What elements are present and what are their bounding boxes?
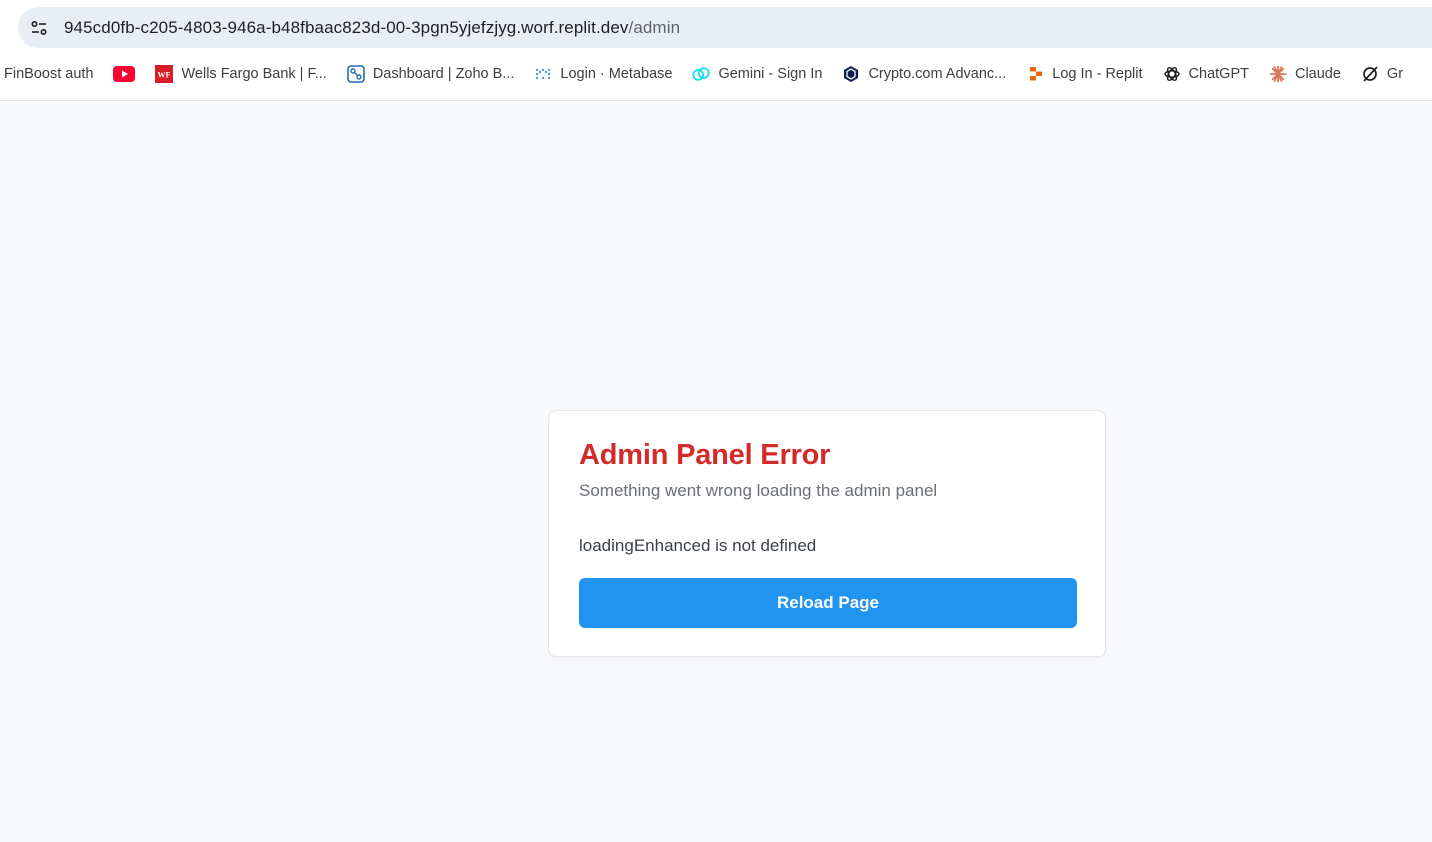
zoho-icon [347,65,365,83]
url-text[interactable]: 945cd0fb-c205-4803-946a-b48fbaac823d-00-… [64,18,680,38]
crypto-com-icon [842,65,860,83]
bookmark-label: Log In - Replit [1052,66,1143,82]
bookmark-label: Login · Metabase [560,66,673,82]
bookmark-finboost-auth[interactable]: FinBoost auth [0,60,103,88]
bookmarks-bar: FinBoost auth WF Wells Fargo Bank | F... [0,60,1432,88]
youtube-icon [113,65,136,83]
bookmark-crypto-com[interactable]: Crypto.com Advanc... [832,60,1016,88]
error-message: loadingEnhanced is not defined [579,536,817,555]
bookmark-label: Gemini - Sign In [718,66,823,82]
bookmark-label: Gr [1386,66,1404,82]
bookmark-chatgpt[interactable]: ChatGPT [1153,60,1259,88]
address-bar[interactable]: 945cd0fb-c205-4803-946a-b48fbaac823d-00-… [18,7,1432,48]
bookmark-label: Claude [1294,66,1341,82]
bookmark-youtube[interactable] [103,60,145,88]
gemini-icon [692,65,710,83]
bookmark-claude[interactable]: Claude [1259,60,1351,88]
claude-icon [1269,65,1287,83]
reload-page-button[interactable]: Reload Page [579,578,1077,628]
grok-icon [1361,65,1379,83]
url-host: 945cd0fb-c205-4803-946a-b48fbaac823d-00-… [64,17,629,37]
bookmark-wells-fargo[interactable]: WF Wells Fargo Bank | F... [145,60,336,88]
bookmark-label: FinBoost auth [4,66,94,82]
bookmark-gemini[interactable]: Gemini - Sign In [682,60,832,88]
bookmark-zoho[interactable]: Dashboard | Zoho B... [337,60,525,88]
error-card: Admin Panel Error Something went wrong l… [548,410,1106,657]
wells-fargo-icon: WF [155,65,174,83]
replit-icon [1026,65,1044,83]
bookmark-replit[interactable]: Log In - Replit [1016,60,1152,88]
error-subtitle: Something went wrong loading the admin p… [579,481,938,500]
bookmark-label: Crypto.com Advanc... [868,66,1007,82]
wells-fargo-icon-text: WF [158,71,171,80]
bookmark-metabase[interactable]: Login · Metabase [524,60,682,88]
browser-toolbar: 945cd0fb-c205-4803-946a-b48fbaac823d-00-… [0,0,1432,101]
bookmark-label: Wells Fargo Bank | F... [181,66,327,82]
tune-icon[interactable] [24,13,54,43]
bookmark-label: ChatGPT [1188,66,1249,82]
url-path: /admin [628,17,681,37]
metabase-icon [534,65,552,83]
error-title: Admin Panel Error [579,439,831,471]
bookmark-label: Dashboard | Zoho B... [372,66,515,82]
bookmark-grok[interactable]: Gr [1351,60,1413,88]
chatgpt-icon [1163,65,1181,83]
